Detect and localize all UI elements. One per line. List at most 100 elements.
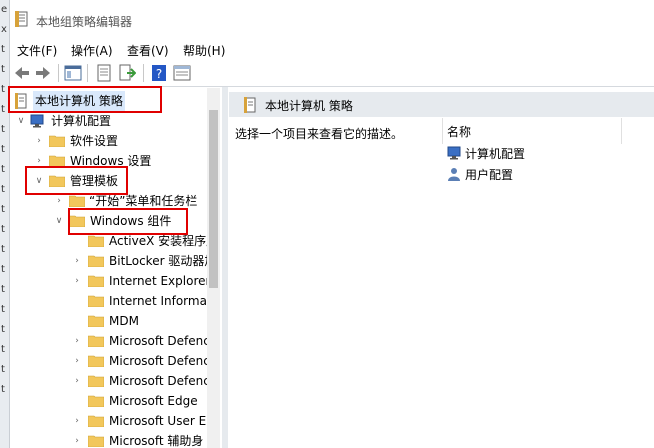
background-window-char: t [1,144,5,155]
background-window-char: t [1,304,5,315]
folder-icon [49,135,65,147]
background-window-char: t [1,224,5,235]
tree-item-label: “开始”菜单和任务栏 [89,194,198,208]
tree-item-label: Internet Informat [109,294,207,308]
computer-icon [30,114,44,128]
user-icon [448,168,460,181]
menu-help[interactable]: 帮助(H) [183,42,225,59]
toolbar-separator [143,64,144,82]
folder-icon [88,435,104,447]
background-window-char: t [1,84,5,95]
tree-item-computer-config[interactable]: ∨ 计算机配置 [12,111,202,131]
scrollbar-thumb[interactable] [209,110,218,288]
tree-item-mdm[interactable]: MDM [12,311,207,331]
expand-arrow-icon[interactable]: › [72,371,82,391]
properties-icon[interactable] [95,64,113,82]
expand-arrow-icon[interactable]: › [34,131,44,151]
tree-item-activex[interactable]: ActiveX 安装程序服 [12,231,207,251]
background-window-char: t [1,264,5,275]
menu-view[interactable]: 查看(V) [127,42,169,59]
folder-icon [88,335,104,347]
expand-arrow-icon[interactable]: › [54,191,64,211]
tree-item-label: 计算机配置 [51,114,112,128]
tree-item-windows-components[interactable]: ∨ Windows 组件 [12,211,202,231]
description-text: 选择一个项目来查看它的描述。 [235,127,404,141]
column-divider [442,118,443,144]
tree-item-microsoft-secondary-auth[interactable]: › Microsoft 辅助身 [12,431,207,448]
help-icon[interactable]: ? [150,64,168,82]
tree-item-label: Microsoft Edge [109,394,198,408]
background-window-char: t [1,124,5,135]
background-window-char: t [1,64,5,75]
expand-arrow-icon[interactable]: › [72,411,82,431]
tree-item-label: Microsoft 辅助身 [109,434,204,448]
tree-item-label: 本地计算机 策略 [33,91,125,111]
policy-document-icon [244,97,256,113]
folder-icon [69,195,85,207]
folder-icon [88,315,104,327]
tree-item-bitlocker[interactable]: › BitLocker 驱动器加 [12,251,207,271]
window-title: 本地组策略编辑器 [36,15,133,29]
folder-icon [88,255,104,267]
tree-item-microsoft-defender-3[interactable]: › Microsoft Defenc [12,371,207,391]
tree-item-admin-templates[interactable]: ∨ 管理模板 [12,171,202,191]
list-item-label: 计算机配置 [465,147,526,161]
background-window-char: e [1,4,8,15]
expand-arrow-icon[interactable]: › [72,331,82,351]
back-arrow-icon[interactable] [13,64,31,82]
background-window-char: t [1,184,5,195]
tree-item-label: Microsoft Defenc [109,374,207,388]
background-window-char: t [1,164,5,175]
tree-item-internet-explorer[interactable]: › Internet Explorer [12,271,207,291]
tree-item-local-computer-policy[interactable]: 本地计算机 策略 [12,91,158,111]
folder-open-icon [49,175,65,187]
forward-arrow-icon[interactable] [34,64,52,82]
background-window-char: t [1,204,5,215]
folder-icon [88,275,104,287]
expand-arrow-icon[interactable]: › [72,251,82,271]
expand-arrow-icon[interactable]: › [72,351,82,371]
tree-item-microsoft-user-experience[interactable]: › Microsoft User E [12,411,207,431]
menu-action[interactable]: 操作(A) [71,42,113,59]
tree-item-windows-settings[interactable]: › Windows 设置 [12,151,202,171]
background-window-char: t [1,44,5,55]
folder-icon [88,355,104,367]
tree-item-label: ActiveX 安装程序服 [109,234,207,248]
collapse-arrow-icon[interactable]: ∨ [34,171,44,191]
tree-item-label: Internet Explorer [109,274,207,288]
tree-item-software-settings[interactable]: › 软件设置 [12,131,202,151]
background-window-char: t [1,244,5,255]
collapse-arrow-icon[interactable]: ∨ [54,211,64,231]
toolbar-separator [87,64,88,82]
collapse-arrow-icon[interactable]: ∨ [16,111,26,131]
show-hide-tree-icon[interactable] [64,64,82,82]
background-window-char: x [1,24,7,35]
expand-arrow-icon[interactable]: › [34,151,44,171]
tree-item-microsoft-defender-1[interactable]: › Microsoft Defenc [12,331,207,351]
tree-item-internet-information[interactable]: Internet Informat [12,291,207,311]
filter-options-icon[interactable] [173,64,191,82]
details-header-title: 本地计算机 策略 [265,99,353,113]
background-window-char: t [1,344,5,355]
tree-item-microsoft-defender-2[interactable]: › Microsoft Defenc [12,351,207,371]
expand-arrow-icon[interactable]: › [72,271,82,291]
folder-open-icon [69,215,85,227]
expand-arrow-icon[interactable]: › [72,431,82,448]
tree-item-start-menu[interactable]: › “开始”菜单和任务栏 [12,191,202,211]
background-window-char: t [1,284,5,295]
column-divider[interactable] [621,118,622,144]
export-list-icon[interactable] [118,64,136,82]
tree-item-label: Windows 组件 [90,214,172,228]
computer-icon [447,146,461,160]
background-window-char: t [1,364,5,375]
background-window-char: t [1,104,5,115]
tree-item-microsoft-edge[interactable]: Microsoft Edge [12,391,207,411]
tree-item-label: 软件设置 [70,134,119,148]
menu-file[interactable]: 文件(F) [17,42,57,59]
folder-icon [88,395,104,407]
svg-text:?: ? [156,67,162,81]
column-header-name[interactable]: 名称 [447,123,471,140]
tree-item-label: Microsoft Defenc [109,334,207,348]
folder-icon [88,295,104,307]
list-item-label: 用户配置 [465,168,514,182]
